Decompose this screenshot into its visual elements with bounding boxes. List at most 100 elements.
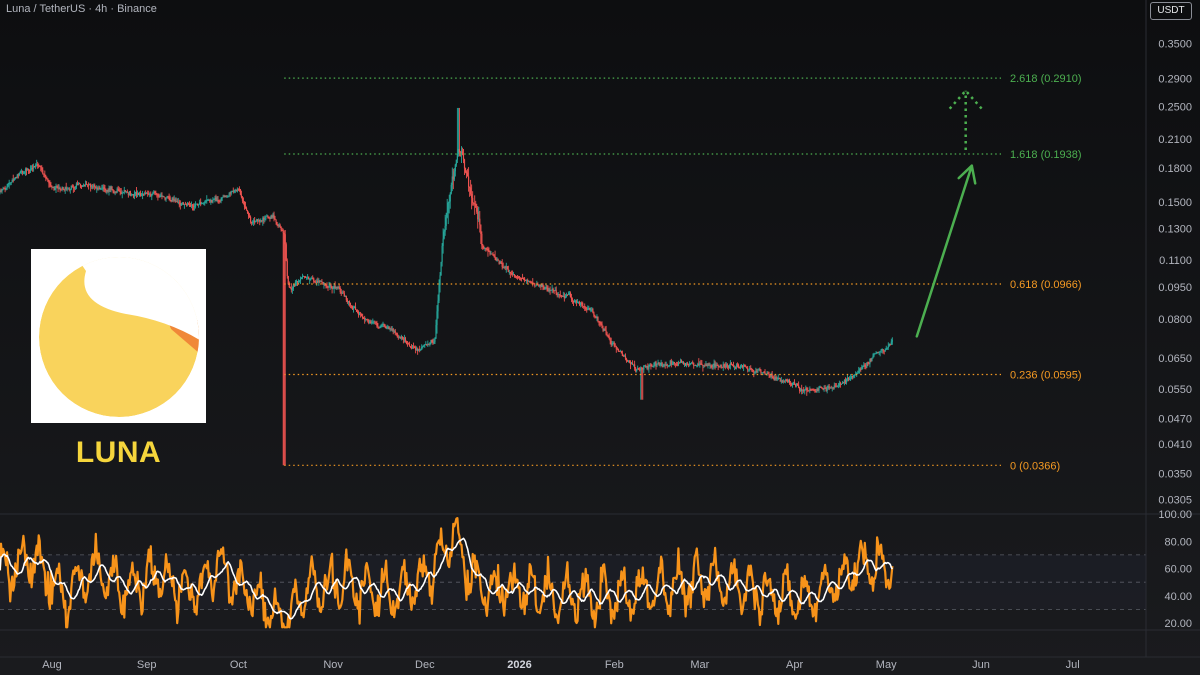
candle-body [60, 188, 62, 190]
candle-body [115, 191, 117, 193]
candle-body [582, 303, 584, 307]
candle-body [489, 251, 491, 254]
candle-body [628, 360, 631, 363]
candle-body [673, 361, 675, 364]
candle-body [472, 197, 474, 203]
candle-body [886, 347, 888, 349]
candle-body [447, 202, 449, 213]
candle-body [840, 383, 843, 385]
candle-body [163, 196, 165, 198]
candle-body [161, 195, 163, 197]
candle-body [593, 312, 595, 316]
symbol-title: Luna / TetherUS · 4h · Binance [6, 3, 157, 15]
candle-body [79, 183, 82, 187]
candle-body [535, 285, 537, 287]
candle-body [692, 362, 694, 364]
candle-body [180, 203, 182, 206]
candle-body [636, 369, 638, 372]
candle-body [798, 385, 800, 388]
candle-body [446, 212, 448, 218]
candle-body [861, 366, 863, 370]
candle-body [621, 353, 624, 356]
candle-body [670, 360, 672, 365]
candle-body [500, 261, 502, 264]
candle-body [273, 214, 275, 219]
candle-body [878, 351, 880, 354]
time-axis-tick: Aug [42, 659, 62, 671]
candle-body [300, 277, 303, 279]
candle-body [310, 278, 312, 280]
candle-body [107, 190, 109, 192]
candle-body [152, 193, 154, 195]
candle-body [806, 388, 808, 391]
fib-level-label: 0 (0.0366) [1010, 460, 1060, 472]
candle-body [321, 281, 323, 283]
candle-body [49, 183, 51, 186]
candle-body [656, 363, 658, 366]
candle-body [421, 346, 423, 350]
candle-body [469, 186, 471, 188]
candle-body [768, 374, 770, 376]
candle-body [818, 387, 820, 391]
candle-body [37, 164, 39, 167]
candle-body [383, 324, 385, 325]
candle-body [592, 309, 594, 313]
candle-body [226, 196, 228, 198]
candle-body [875, 353, 877, 354]
candle-body [638, 368, 640, 370]
candle-body [750, 368, 752, 369]
candle-body [27, 169, 30, 170]
candle-body [47, 178, 49, 182]
candle-body [380, 325, 382, 327]
time-axis-tick: Feb [605, 659, 624, 671]
candle-body [72, 186, 74, 188]
candle-body [717, 364, 719, 367]
candle-body [83, 185, 86, 187]
candle-body [550, 290, 552, 291]
candle-body [371, 322, 373, 324]
candle-body [834, 385, 836, 387]
candle-body [544, 288, 546, 290]
candle-body [227, 195, 229, 197]
candle-body [298, 280, 301, 282]
currency-badge[interactable]: USDT [1150, 2, 1192, 20]
candle-body [615, 346, 617, 349]
candle-body [759, 369, 761, 371]
price-axis-tick: 0.2500 [1158, 101, 1192, 113]
time-axis-tick: Jun [972, 659, 990, 671]
rsi-axis-tick: 80.00 [1164, 536, 1192, 548]
candle-body [440, 262, 442, 276]
candle-body [338, 286, 340, 288]
candle-body [609, 338, 611, 342]
price-axis-tick: 0.2100 [1158, 134, 1192, 146]
rsi-axis-tick: 20.00 [1164, 618, 1192, 630]
candle-body [456, 153, 458, 160]
candle-body [332, 288, 334, 289]
candle-body [529, 281, 531, 283]
candle-body [265, 216, 267, 219]
candle-body [871, 358, 873, 361]
candle-body [879, 351, 881, 352]
candle-body [280, 226, 282, 230]
candle-body [140, 195, 143, 197]
time-axis-tick: Nov [323, 659, 343, 671]
candle-body [450, 184, 452, 194]
time-axis-tick: Mar [690, 659, 709, 671]
candle-body [349, 302, 352, 306]
candle-body [243, 201, 246, 207]
candle-body [32, 167, 34, 169]
candle-body [404, 338, 407, 342]
candle-body [314, 281, 316, 283]
candle-body [436, 311, 438, 326]
candle-body [133, 193, 136, 197]
candle-body [350, 305, 353, 307]
candle-body [379, 326, 381, 328]
candle-body [624, 355, 627, 359]
candle-body [542, 283, 544, 287]
candle-body [564, 296, 566, 299]
time-axis-tick: Sep [137, 659, 157, 671]
candle-body [631, 363, 634, 365]
candle-body [105, 189, 107, 192]
candle-body [113, 191, 115, 193]
candle-body [552, 288, 554, 291]
